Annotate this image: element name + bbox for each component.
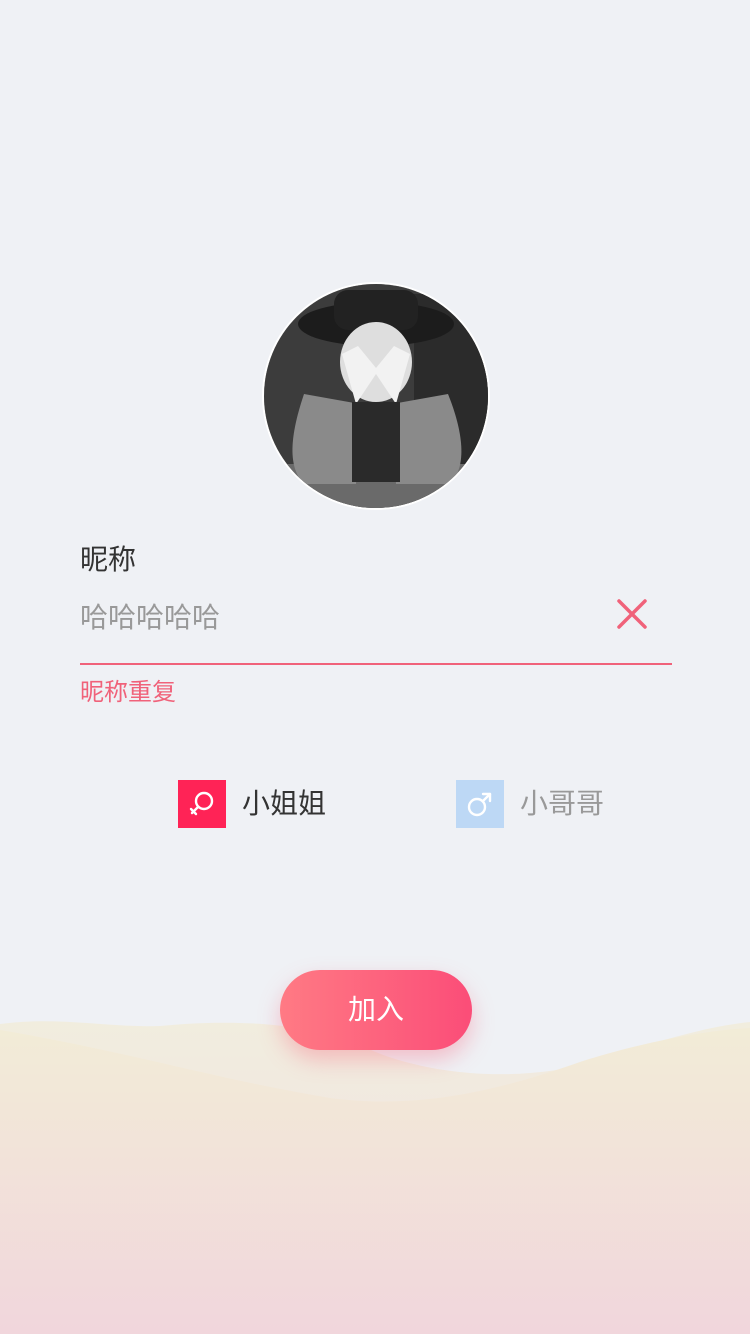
clear-nickname-button[interactable] bbox=[614, 596, 650, 632]
close-icon bbox=[614, 599, 650, 636]
join-button[interactable]: 加入 bbox=[280, 970, 472, 1050]
male-symbol-icon bbox=[456, 780, 504, 828]
gender-female-label: 小姐姐 bbox=[242, 787, 327, 820]
nickname-input[interactable] bbox=[80, 592, 600, 640]
nickname-underline bbox=[80, 663, 672, 665]
female-symbol-icon bbox=[178, 780, 226, 828]
nickname-error: 昵称重复 bbox=[80, 678, 176, 706]
gender-female-option[interactable]: 小姐姐 bbox=[178, 780, 326, 828]
gender-male-label: 小哥哥 bbox=[520, 787, 605, 820]
avatar[interactable] bbox=[264, 284, 488, 508]
gender-male-option[interactable]: 小哥哥 bbox=[456, 780, 604, 828]
background-waves bbox=[0, 1021, 750, 1334]
nickname-label: 昵称 bbox=[80, 543, 137, 576]
